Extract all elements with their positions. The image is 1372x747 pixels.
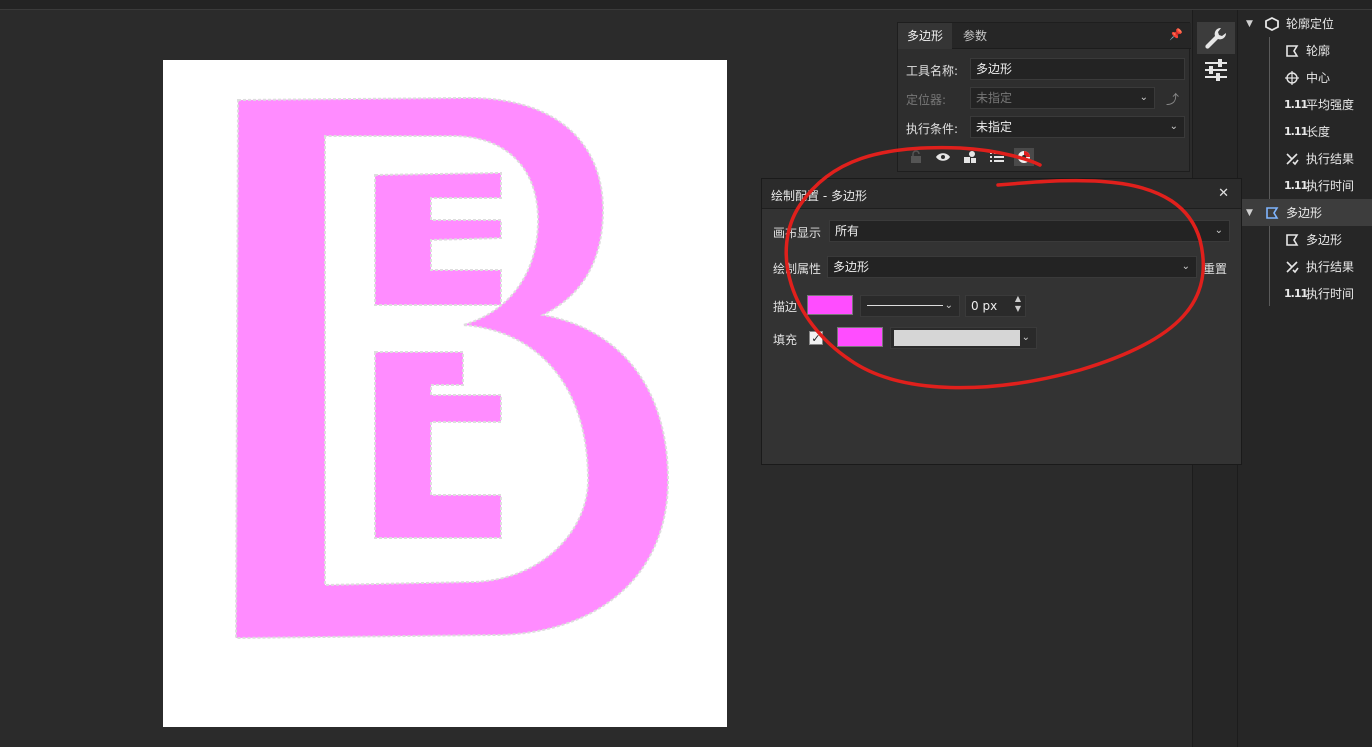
tree-item-exec-result[interactable]: 执行结果 (1238, 145, 1372, 172)
eye-icon[interactable] (933, 148, 953, 166)
source-image (163, 60, 727, 727)
upload-arrow-icon[interactable]: ⤴ (1166, 89, 1179, 108)
hexagon-icon (1264, 16, 1280, 32)
canvas-display-label: 画布显示 (773, 226, 822, 240)
dialog-title: 绘制配置 - 多边形 (771, 189, 867, 203)
expand-arrow-icon[interactable]: ▼ (1246, 19, 1256, 29)
expand-arrow-icon[interactable]: ▼ (1246, 208, 1256, 218)
tree-item-polygon-output[interactable]: 多边形 (1238, 226, 1372, 253)
fill-checkbox[interactable]: ✓ (809, 331, 823, 345)
crosshair-icon (1284, 70, 1300, 86)
inner-top-shape (374, 171, 502, 306)
fill-pattern-select[interactable]: ⌄ (890, 327, 1037, 349)
tree-item-label: 执行结果 (1306, 152, 1355, 166)
tree-item-contour-locate[interactable]: ▼ 轮廓定位 (1238, 10, 1372, 37)
number-icon: 1.11 (1284, 98, 1308, 111)
reset-button[interactable]: 重置 (1203, 260, 1227, 277)
locator-value: 未指定 (976, 91, 1013, 105)
lock-icon[interactable] (906, 148, 926, 166)
tree-item-contour[interactable]: 轮廓 (1238, 37, 1372, 64)
palette-icon[interactable] (1014, 148, 1034, 166)
draw-property-value: 多边形 (833, 260, 870, 274)
draw-property-select[interactable]: 多边形 ⌄ (827, 256, 1197, 278)
condition-label: 执行条件: (906, 122, 959, 136)
chevron-down-icon: ⌄ (1214, 225, 1223, 236)
tree-item-label: 多边形 (1286, 206, 1323, 220)
shapes-icon[interactable] (960, 148, 980, 166)
tree-item-label: 轮廓 (1306, 44, 1331, 58)
dialog-title-bar: 绘制配置 - 多边形 ✕ (762, 179, 1241, 209)
tool-name-label: 工具名称: (906, 64, 959, 78)
stroke-style-select[interactable]: ⌄ (860, 295, 960, 317)
stroke-width-value: 0 px (971, 299, 998, 313)
tool-name-input[interactable]: 多边形 (970, 58, 1185, 80)
props-tab-bar: 多边形 参数 📌 (898, 23, 1191, 49)
number-icon: 1.11 (1284, 125, 1308, 138)
tab-params[interactable]: 参数 (954, 23, 996, 49)
letter-b-image (234, 96, 670, 640)
result-icon (1284, 259, 1300, 275)
number-icon: 1.11 (1284, 179, 1308, 192)
tree-item-label: 平均强度 (1306, 98, 1355, 112)
polygon-icon (1264, 205, 1280, 221)
pin-icon[interactable]: 📌 (1169, 28, 1183, 41)
chevron-down-icon: ⌄ (1139, 92, 1148, 103)
result-icon (1284, 151, 1300, 167)
chevron-down-icon: ⌄ (1181, 261, 1190, 272)
draw-property-label: 绘制属性 (773, 262, 822, 276)
stroke-width-spinner[interactable]: 0 px ▲ ▼ (965, 294, 1026, 317)
tree-item-label: 长度 (1306, 125, 1331, 139)
fill-color-swatch[interactable] (837, 327, 883, 347)
tree-item-label: 执行时间 (1306, 287, 1355, 301)
tree-item-label: 轮廓定位 (1286, 17, 1335, 31)
tree-item-label: 中心 (1306, 71, 1331, 85)
tree-item-polygon-exec-result[interactable]: 执行结果 (1238, 253, 1372, 280)
tree-item-length[interactable]: 1.11 长度 (1238, 118, 1372, 145)
tab-polygon[interactable]: 多边形 (898, 23, 953, 49)
line-style-preview (867, 305, 943, 306)
list-icon[interactable] (987, 148, 1007, 166)
polygon-icon (1284, 43, 1300, 59)
sliders-icon[interactable] (1197, 54, 1235, 86)
stroke-color-swatch[interactable] (807, 295, 853, 315)
chevron-down-icon: ⌄ (1169, 121, 1178, 132)
tree-item-exec-time[interactable]: 1.11 执行时间 (1238, 172, 1372, 199)
locator-select[interactable]: 未指定 ⌄ (970, 87, 1155, 109)
tool-tree: ▼ 轮廓定位 轮廓 中心 1.11 平均强度 1.11 长度 执行结果 1.11… (1238, 10, 1372, 747)
spinner-arrows-icon[interactable]: ▲ ▼ (1015, 294, 1021, 314)
condition-select[interactable]: 未指定 ⌄ (970, 116, 1185, 138)
chevron-down-icon: ⌄ (944, 300, 953, 311)
tree-item-label: 执行结果 (1306, 260, 1355, 274)
tree-item-avg-intensity[interactable]: 1.11 平均强度 (1238, 91, 1372, 118)
stroke-label: 描边 (773, 300, 798, 314)
inner-bottom-shape (374, 351, 502, 539)
canvas-display-value: 所有 (835, 224, 860, 238)
wrench-icon[interactable] (1197, 22, 1235, 54)
close-icon[interactable]: ✕ (1218, 186, 1229, 201)
number-icon: 1.11 (1284, 287, 1308, 300)
tree-item-polygon[interactable]: ▼ 多边形 (1238, 199, 1372, 226)
tree-item-polygon-exec-time[interactable]: 1.11 执行时间 (1238, 280, 1372, 307)
polygon-icon (1284, 232, 1300, 248)
tree-item-label: 多边形 (1306, 233, 1343, 247)
chevron-down-icon: ⌄ (1021, 332, 1030, 343)
draw-config-dialog: 绘制配置 - 多边形 ✕ 画布显示 所有 ⌄ 绘制属性 多边形 ⌄ 重置 描边 … (761, 178, 1242, 465)
condition-value: 未指定 (976, 120, 1013, 134)
properties-panel: 多边形 参数 📌 工具名称: 多边形 定位器: 未指定 ⌄ ⤴ 执行条件: 未指… (897, 22, 1191, 172)
tree-item-label: 执行时间 (1306, 179, 1355, 193)
locator-label: 定位器: (906, 93, 947, 107)
fill-pattern-preview (894, 330, 1020, 346)
fill-label: 填充 (773, 333, 798, 347)
top-bar (0, 0, 1372, 10)
canvas-display-select[interactable]: 所有 ⌄ (829, 220, 1230, 242)
tree-item-center[interactable]: 中心 (1238, 64, 1372, 91)
